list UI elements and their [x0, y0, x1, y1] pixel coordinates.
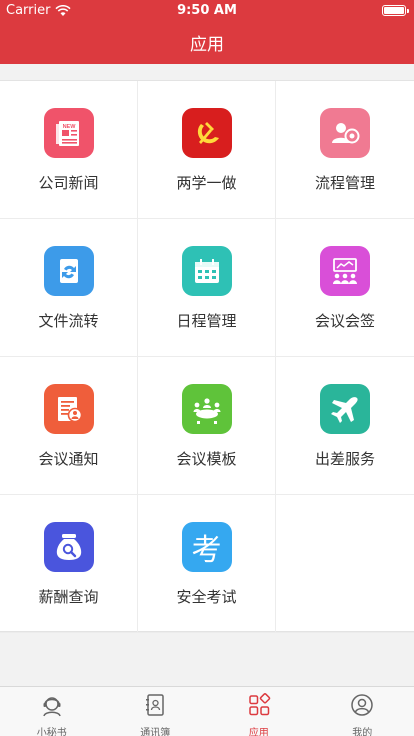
notice-icon: [43, 384, 94, 434]
airplane-icon: [320, 384, 370, 434]
app-tile-label: 两学一做: [176, 174, 237, 192]
app-grid: NEW 公司新闻 两学一做 流程管理文件流转 日程管理 会议会签会议通知 会议模板 出差服务薪…: [0, 80, 414, 633]
app-tile-party-emblem[interactable]: 两学一做: [138, 81, 276, 219]
tab-apps[interactable]: 应用: [207, 687, 311, 736]
app-tile-label: 安全考试: [176, 588, 237, 606]
newspaper-icon: NEW: [43, 108, 94, 158]
app-tile-label: 会议通知: [38, 450, 99, 468]
app-tile-notice[interactable]: 会议通知: [0, 357, 138, 495]
status-bar: Carrier 9:50 AM: [0, 0, 414, 20]
tab-assistant[interactable]: 小秘书: [0, 687, 104, 736]
tab-label: 应用: [248, 728, 269, 736]
app-tile-label: 文件流转: [38, 312, 99, 330]
user-gear-icon: [320, 108, 370, 158]
file-transfer-icon: [43, 246, 94, 296]
battery-icon: [382, 5, 409, 16]
tab-label: 小秘书: [36, 728, 67, 736]
tab-profile[interactable]: 我的: [311, 687, 414, 736]
app-tile-airplane[interactable]: 出差服务: [276, 357, 414, 495]
app-tile-meeting-sign[interactable]: 会议会签: [276, 219, 414, 357]
exam-icon: 考: [181, 522, 232, 572]
tab-contacts[interactable]: 通讯簿: [104, 687, 208, 736]
contacts-icon: [143, 693, 167, 721]
empty-tile: [276, 495, 414, 633]
tab-label: 我的: [352, 728, 373, 736]
tab-label: 通讯簿: [140, 728, 171, 736]
assistant-icon: [40, 693, 64, 721]
app-tile-meeting-table[interactable]: 会议模板: [138, 357, 276, 495]
app-tile-label: 会议模板: [176, 450, 237, 468]
app-tile-label: 会议会签: [314, 312, 375, 330]
meeting-table-icon: [181, 384, 232, 434]
app-tile-label: 公司新闻: [38, 174, 99, 192]
exam-glyph: 考: [191, 533, 222, 568]
app-tile-money-search[interactable]: 薪酬查询: [0, 495, 138, 633]
app-tile-label: 日程管理: [176, 312, 237, 330]
profile-icon: [350, 693, 374, 721]
app-tile-label: 流程管理: [314, 174, 375, 192]
battery-level: [384, 7, 404, 14]
status-time: 9:50 AM: [177, 3, 237, 18]
app-tile-newspaper[interactable]: NEW 公司新闻: [0, 81, 138, 219]
tab-bar: 小秘书 通讯簿 应用 我的: [0, 686, 414, 736]
app-tile-exam[interactable]: 考安全考试: [138, 495, 276, 633]
money-search-icon: [43, 522, 94, 572]
apps-icon: [247, 693, 271, 721]
page-title: 应用: [190, 34, 224, 55]
app-tile-label: 薪酬查询: [38, 588, 99, 606]
nav-bar: 应用: [0, 20, 414, 64]
app-tile-file-transfer[interactable]: 文件流转: [0, 219, 138, 357]
app-tile-label: 出差服务: [314, 450, 375, 468]
svg-text:NEW: NEW: [62, 124, 76, 130]
meeting-sign-icon: [320, 246, 370, 296]
app-tile-calendar[interactable]: 日程管理: [138, 219, 276, 357]
calendar-icon: [181, 246, 232, 296]
app-tile-user-gear[interactable]: 流程管理: [276, 81, 414, 219]
party-emblem-icon: [181, 108, 232, 158]
